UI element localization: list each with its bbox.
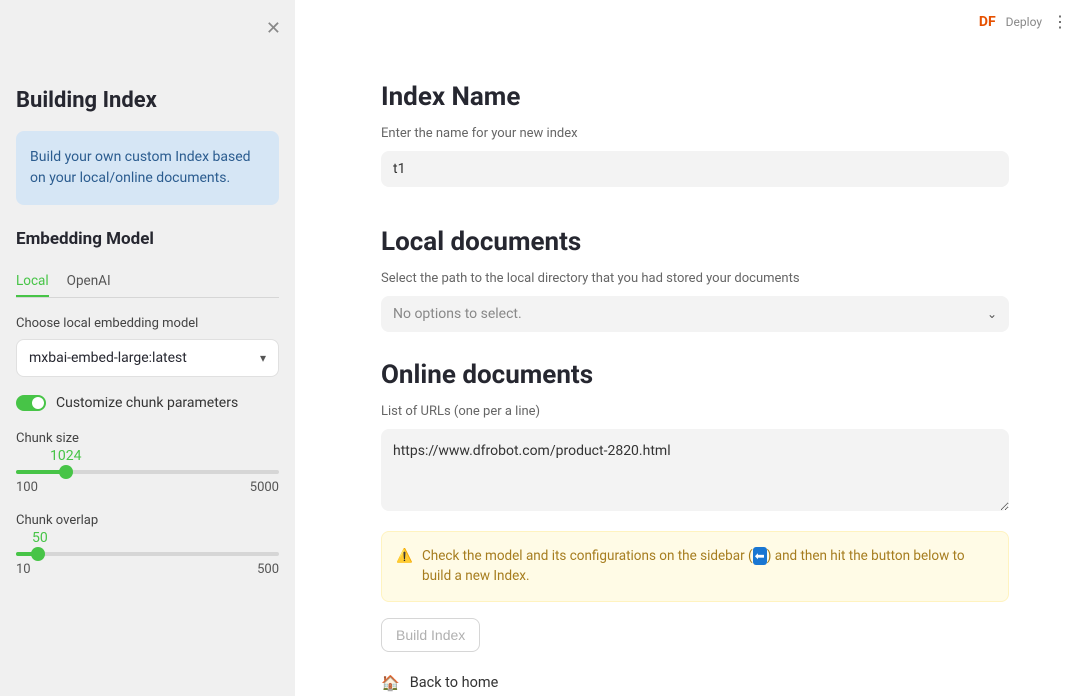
index-name-input[interactable] (381, 151, 1009, 187)
model-select-value: mxbai-embed-large:latest (29, 350, 187, 366)
urls-textarea[interactable] (381, 429, 1009, 511)
local-docs-placeholder: No options to select. (393, 306, 522, 322)
deploy-link[interactable]: Deploy (1006, 15, 1042, 29)
main: DF Deploy ⋮ Index Name Enter the name fo… (295, 0, 1080, 696)
model-select[interactable]: mxbai-embed-large:latest ▾ (16, 339, 279, 377)
back-home-label: Back to home (410, 674, 499, 691)
choose-model-label: Choose local embedding model (16, 316, 279, 331)
local-docs-heading: Local documents (381, 227, 1044, 257)
menu-icon[interactable]: ⋮ (1052, 12, 1068, 31)
info-box: Build your own custom Index based on you… (16, 131, 279, 205)
back-home-row[interactable]: 🏠 Back to home (381, 674, 1044, 692)
urls-label: List of URLs (one per a line) (381, 404, 1044, 419)
index-name-heading: Index Name (381, 82, 1044, 112)
slider-thumb[interactable] (31, 547, 45, 561)
tab-openai[interactable]: OpenAI (67, 267, 111, 297)
index-name-desc: Enter the name for your new index (381, 126, 1044, 141)
warning-box: ⚠️ Check the model and its configuration… (381, 531, 1009, 602)
online-docs-heading: Online documents (381, 360, 1044, 390)
chunk-overlap-min: 10 (16, 562, 31, 577)
chunk-overlap-max: 500 (257, 562, 279, 577)
sidebar-title: Building Index (16, 88, 279, 113)
chunk-size-label: Chunk size (16, 431, 279, 446)
brand-logo: DF (979, 14, 996, 30)
tab-local[interactable]: Local (16, 267, 49, 297)
customize-chunk-toggle[interactable] (16, 395, 46, 411)
chunk-overlap-block: Chunk overlap 50 10 500 (16, 513, 279, 577)
customize-chunk-label: Customize chunk parameters (56, 395, 238, 411)
slider-thumb[interactable] (59, 465, 73, 479)
close-icon[interactable]: ✕ (266, 18, 281, 39)
sidebar: ✕ Building Index Build your own custom I… (0, 0, 295, 696)
warning-text-pre: Check the model and its configurations o… (422, 548, 753, 564)
chunk-overlap-slider[interactable] (16, 552, 279, 556)
chunk-size-value: 1024 (50, 448, 279, 464)
chunk-size-slider[interactable] (16, 470, 279, 474)
embedding-heading: Embedding Model (16, 229, 279, 249)
local-docs-desc: Select the path to the local directory t… (381, 271, 1044, 286)
chunk-overlap-label: Chunk overlap (16, 513, 279, 528)
local-docs-select[interactable]: No options to select. ⌄ (381, 296, 1009, 332)
embedding-tabs: Local OpenAI (16, 267, 279, 298)
build-index-button[interactable]: Build Index (381, 618, 480, 652)
chunk-size-block: Chunk size 1024 100 5000 (16, 431, 279, 495)
chevron-down-icon: ▾ (260, 351, 266, 365)
chunk-overlap-value: 50 (32, 530, 279, 546)
home-icon: 🏠 (381, 674, 400, 692)
topbar: DF Deploy ⋮ (979, 12, 1068, 31)
warning-icon: ⚠️ (396, 546, 413, 566)
chunk-size-max: 5000 (250, 480, 279, 495)
left-arrow-icon: ⬅ (753, 547, 767, 565)
customize-chunk-toggle-row: Customize chunk parameters (16, 395, 279, 411)
chevron-down-icon: ⌄ (987, 307, 997, 321)
chunk-size-min: 100 (16, 480, 38, 495)
toggle-knob (32, 397, 44, 409)
